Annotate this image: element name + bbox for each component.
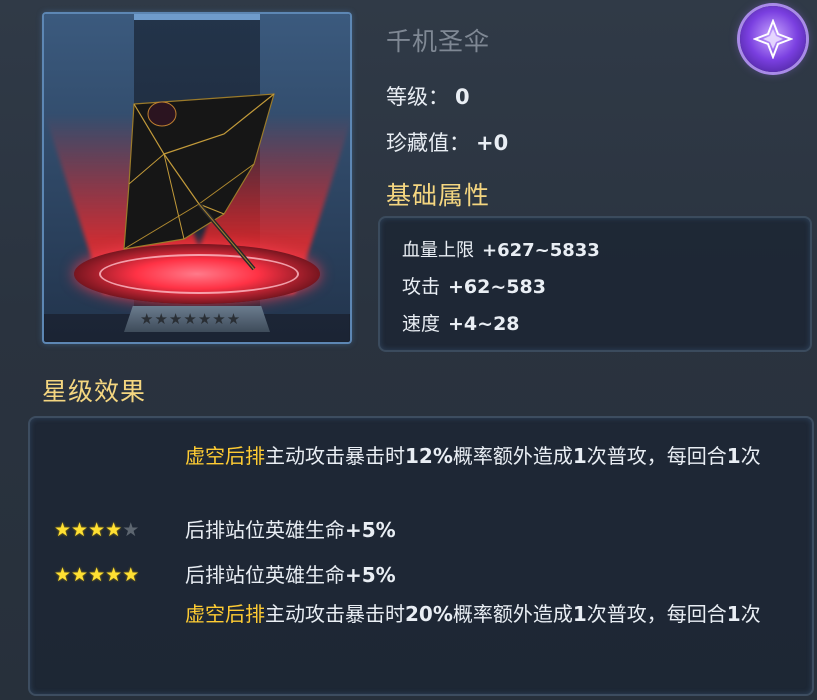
attr-value: +4~28 — [448, 313, 520, 335]
star-icon: ★ — [168, 310, 183, 328]
effect-value: 12% — [405, 444, 453, 468]
star-icon: ★ — [105, 519, 123, 541]
attr-row-speed: 速度 +4~28 — [402, 309, 520, 336]
effect-value: 1 — [726, 602, 741, 626]
effect-text: 主动攻击暴击时 — [265, 444, 405, 468]
star-icon: ★ — [226, 310, 241, 328]
attr-label: 速度 — [402, 313, 441, 335]
effect-row: 后排站位英雄生命+5% — [185, 561, 795, 590]
collect-line: 珍藏值： +0 — [386, 127, 508, 157]
effect-text: 次 — [740, 602, 761, 626]
level-label: 等级： — [386, 85, 449, 109]
effect-value: 1 — [726, 444, 741, 468]
effect-value: 1 — [572, 444, 587, 468]
star-icon: ★ — [212, 310, 226, 328]
star-icon: ★ — [105, 564, 123, 586]
effect-text: 概率额外造成 — [452, 602, 573, 626]
star-icon: ★ — [122, 564, 140, 586]
showcase-star-rating: ★ ★ ★ ★ ★ ★ ★ — [140, 310, 254, 328]
crystal-emblem-icon[interactable] — [740, 6, 806, 72]
star-icon: ★ — [140, 310, 154, 328]
effect-text: 主动攻击暴击时 — [265, 602, 405, 626]
star-icon: ★ — [154, 310, 168, 328]
effect-value: +5% — [345, 518, 396, 542]
item-showcase: ★ ★ ★ ★ ★ ★ ★ — [42, 12, 352, 344]
level-value: 0 — [455, 85, 470, 109]
effect-text: 次 — [740, 444, 761, 468]
collect-value: +0 — [476, 131, 509, 155]
star-effects-box: 虚空后排主动攻击暴击时12%概率额外造成1次普攻，每回合1次 ★ ★ ★ ★ ★ 后排站… — [28, 416, 814, 696]
star-icon: ★ — [183, 310, 197, 328]
attr-row-attack: 攻击 +62~583 — [402, 272, 546, 299]
attr-label: 攻击 — [402, 276, 441, 298]
level-line: 等级： 0 — [386, 81, 470, 111]
effect-row: 虚空后排主动攻击暴击时12%概率额外造成1次普攻，每回合1次 — [185, 442, 795, 471]
star-rating: ★ ★ ★ ★ ★ — [54, 564, 139, 586]
star-icon: ★ — [54, 564, 72, 586]
effect-text: 后排站位英雄生命 — [185, 563, 345, 587]
attr-value: +62~583 — [448, 276, 546, 298]
star-icon: ★ — [71, 519, 89, 541]
star-icon: ★ — [197, 310, 212, 328]
star-effects-title: 星级效果 — [42, 377, 147, 406]
attr-value: +627~5833 — [482, 240, 600, 261]
effect-row: 后排站位英雄生命+5% — [185, 516, 795, 545]
item-name: 千机圣伞 — [386, 27, 491, 56]
effect-text: 后排站位英雄生命 — [185, 518, 345, 542]
effect-value: 1 — [572, 602, 587, 626]
effect-value: +5% — [345, 563, 396, 587]
star-icon: ★ — [88, 519, 106, 541]
showcase-top-ornament — [114, 14, 280, 20]
effect-row: 虚空后排主动攻击暴击时20%概率额外造成1次普攻，每回合1次 — [185, 600, 795, 629]
base-attributes-title: 基础属性 — [386, 181, 491, 210]
effect-highlight: 虚空后排 — [185, 444, 265, 468]
effect-highlight: 虚空后排 — [185, 602, 265, 626]
attr-label: 血量上限 — [402, 240, 474, 261]
effect-text: 概率额外造成 — [452, 444, 573, 468]
effect-text: 次普攻，每回合 — [586, 444, 727, 468]
collect-label: 珍藏值： — [386, 131, 470, 155]
attr-row-hp: 血量上限 +627~5833 — [402, 236, 600, 262]
star-icon: ★ — [88, 564, 106, 586]
effect-text: 次普攻，每回合 — [586, 602, 727, 626]
effect-value: 20% — [405, 602, 453, 626]
umbrella-artwork-icon — [123, 93, 275, 271]
star-icon: ★ — [122, 519, 140, 541]
star-icon: ★ — [54, 519, 72, 541]
star-rating: ★ ★ ★ ★ ★ — [54, 519, 139, 541]
base-attributes-box: 血量上限 +627~5833 攻击 +62~583 速度 +4~28 — [378, 216, 812, 352]
star-icon: ★ — [71, 564, 89, 586]
